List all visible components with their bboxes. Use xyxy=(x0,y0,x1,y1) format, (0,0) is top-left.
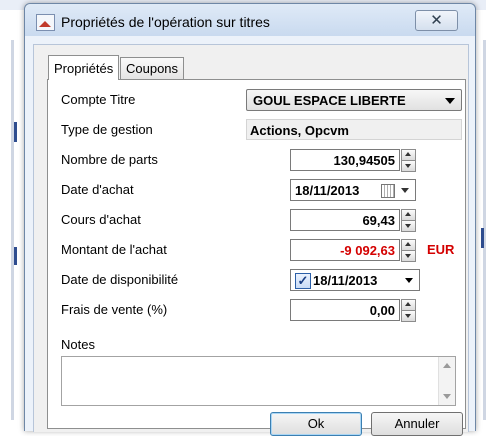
montant-achat-spinner[interactable] xyxy=(401,239,416,262)
notes-label: Notes xyxy=(61,337,95,352)
frais-vente-input[interactable]: 0,00 xyxy=(290,299,400,321)
dialog-window: Propriétés de l'opération sur titres ✕ P… xyxy=(24,3,476,436)
cancel-button[interactable]: Annuler xyxy=(371,412,463,436)
background-mark xyxy=(14,122,17,142)
nombre-parts-label: Nombre de parts xyxy=(61,152,158,167)
date-dispo-value: 18/11/2013 xyxy=(313,273,378,288)
montant-achat-input[interactable]: -9 092,63 xyxy=(290,239,400,261)
close-button[interactable]: ✕ xyxy=(415,10,458,31)
frais-vente-label: Frais de vente (%) xyxy=(61,302,168,317)
type-gestion-label: Type de gestion xyxy=(61,122,153,137)
currency-label: EUR xyxy=(427,242,455,257)
chart-app-icon xyxy=(36,14,55,31)
background-mark xyxy=(14,247,17,265)
montant-achat-label: Montant de l'achat xyxy=(61,242,167,257)
type-gestion-field: Actions, Opcvm xyxy=(246,119,462,140)
spin-down-icon[interactable] xyxy=(401,220,416,232)
chevron-down-icon xyxy=(445,98,455,104)
compte-titre-label: Compte Titre xyxy=(61,92,136,107)
cours-achat-input[interactable]: 69,43 xyxy=(290,209,400,231)
frais-vente-spinner[interactable] xyxy=(401,299,416,322)
tab-proprietes[interactable]: Propriétés xyxy=(48,55,120,80)
cours-achat-value: 69,43 xyxy=(362,213,395,228)
compte-titre-value: GOUL ESPACE LIBERTE xyxy=(253,93,406,108)
spin-down-icon[interactable] xyxy=(401,160,416,172)
date-achat-label: Date d'achat xyxy=(61,182,134,197)
date-achat-picker[interactable]: 18/11/2013 xyxy=(290,179,416,201)
date-achat-value: 18/11/2013 xyxy=(295,183,360,198)
nombre-parts-value: 130,94505 xyxy=(333,153,395,168)
notes-scrollbar[interactable] xyxy=(438,357,455,405)
tab-coupons[interactable]: Coupons xyxy=(120,57,185,80)
type-gestion-value: Actions, Opcvm xyxy=(250,123,349,138)
montant-achat-value: -9 092,63 xyxy=(340,243,395,258)
compte-titre-select[interactable]: GOUL ESPACE LIBERTE xyxy=(246,89,462,111)
notes-textarea[interactable] xyxy=(61,356,456,406)
background-mark xyxy=(481,228,484,248)
cours-achat-spinner[interactable] xyxy=(401,209,416,232)
ok-button[interactable]: Ok xyxy=(270,412,362,436)
spin-down-icon[interactable] xyxy=(401,310,416,322)
nombre-parts-input[interactable]: 130,94505 xyxy=(290,149,400,171)
chevron-down-icon[interactable] xyxy=(401,188,409,193)
scroll-down-icon[interactable] xyxy=(443,394,451,399)
date-dispo-label: Date de disponibilité xyxy=(61,272,179,287)
chevron-down-icon[interactable] xyxy=(405,278,413,283)
title-bar[interactable]: Propriétés de l'opération sur titres ✕ xyxy=(25,4,475,36)
cours-achat-label: Cours d'achat xyxy=(61,212,141,227)
tab-panel-proprietes: Compte Titre GOUL ESPACE LIBERTE Type de… xyxy=(47,79,466,429)
date-dispo-picker[interactable]: ✓ 18/11/2013 xyxy=(290,269,420,291)
calendar-icon[interactable] xyxy=(381,184,395,198)
date-dispo-checkbox[interactable]: ✓ xyxy=(295,273,311,289)
frais-vente-value: 0,00 xyxy=(369,303,395,318)
window-title: Propriétés de l'opération sur titres xyxy=(61,14,270,30)
spin-down-icon[interactable] xyxy=(401,250,416,262)
scroll-up-icon[interactable] xyxy=(443,363,451,368)
dialog-client-area: Propriétés Coupons Compte Titre GOUL ESP… xyxy=(33,44,469,436)
background-panel-edge xyxy=(11,40,14,420)
nombre-parts-spinner[interactable] xyxy=(401,149,416,172)
